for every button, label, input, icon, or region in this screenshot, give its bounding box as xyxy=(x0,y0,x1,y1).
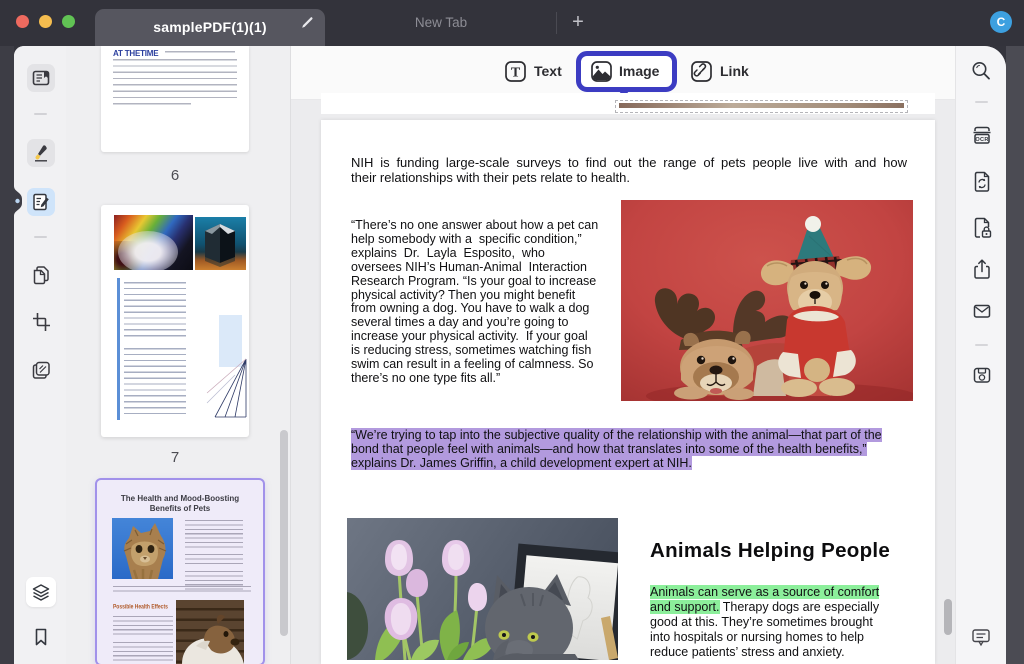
svg-text:T: T xyxy=(511,66,521,81)
svg-text:OCR: OCR xyxy=(975,137,988,143)
